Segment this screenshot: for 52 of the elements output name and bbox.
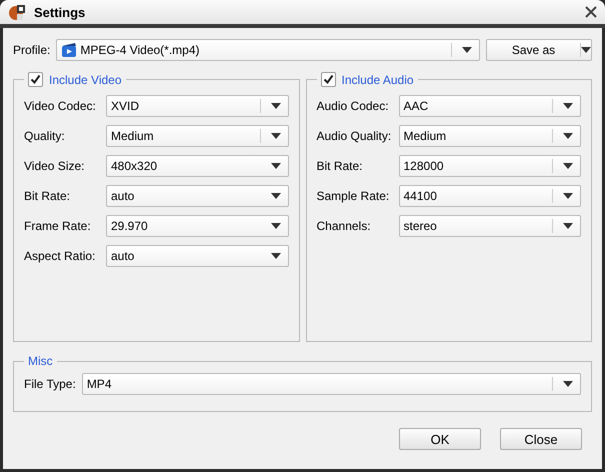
dropdown[interactable]: 480x320: [106, 155, 288, 177]
dropdown[interactable]: AAC: [398, 95, 581, 117]
field-label: Quality:: [24, 129, 66, 143]
checkbox[interactable]: [28, 72, 43, 87]
field-label: Video Codec:: [24, 99, 97, 113]
dropdown[interactable]: 128000: [398, 155, 581, 177]
dropdown[interactable]: Medium: [106, 125, 288, 147]
caret-icon: [270, 223, 280, 229]
caret-icon: [581, 47, 591, 53]
field-label: Audio Codec:: [316, 99, 390, 113]
field-label: Sample Rate:: [316, 189, 390, 203]
caret-icon: [563, 223, 573, 229]
field-label: Bit Rate:: [24, 189, 72, 203]
field-label: Channels:: [316, 219, 372, 233]
group-title: Include Audio: [342, 72, 414, 86]
dropdown[interactable]: Medium: [398, 125, 581, 147]
caret-icon: [462, 47, 472, 53]
save-as-button[interactable]: Save as: [486, 39, 592, 61]
dialog-button[interactable]: OK: [399, 428, 481, 450]
caret-icon: [563, 163, 573, 169]
caret-icon: [270, 253, 280, 259]
dropdown[interactable]: stereo: [398, 215, 581, 237]
field-label: Aspect Ratio:: [24, 249, 96, 263]
dropdown[interactable]: auto: [106, 245, 288, 267]
caret-icon: [270, 103, 280, 109]
caret-icon: [563, 133, 573, 139]
field-label: Frame Rate:: [24, 219, 92, 233]
dropdown[interactable]: auto: [106, 185, 288, 207]
film-icon: [61, 42, 78, 58]
close-icon[interactable]: [585, 6, 597, 18]
field-label: File Type:: [24, 377, 76, 391]
dropdown[interactable]: 44100: [398, 185, 581, 207]
dropdown[interactable]: XVID: [106, 95, 288, 117]
field-label: Profile:: [13, 43, 50, 57]
window-title: Settings: [34, 4, 86, 20]
group-title: Include Video: [49, 72, 122, 86]
dialog-button[interactable]: Close: [500, 428, 582, 450]
caret-icon: [563, 103, 573, 109]
profile-dropdown[interactable]: MPEG-4 Video(*.mp4): [56, 39, 480, 61]
caret-icon: [563, 381, 573, 387]
caret-icon: [270, 133, 280, 139]
dropdown[interactable]: MP4: [82, 373, 581, 395]
dropdown[interactable]: 29.970: [106, 215, 288, 237]
app-icon: [8, 3, 26, 21]
group-title: Misc: [28, 354, 53, 368]
caret-icon: [270, 193, 280, 199]
caret-icon: [563, 193, 573, 199]
field-label: Audio Quality:: [316, 129, 392, 143]
field-label: Bit Rate:: [316, 159, 364, 173]
caret-icon: [270, 163, 280, 169]
field-label: Video Size:: [24, 159, 86, 173]
checkbox[interactable]: [320, 72, 336, 87]
